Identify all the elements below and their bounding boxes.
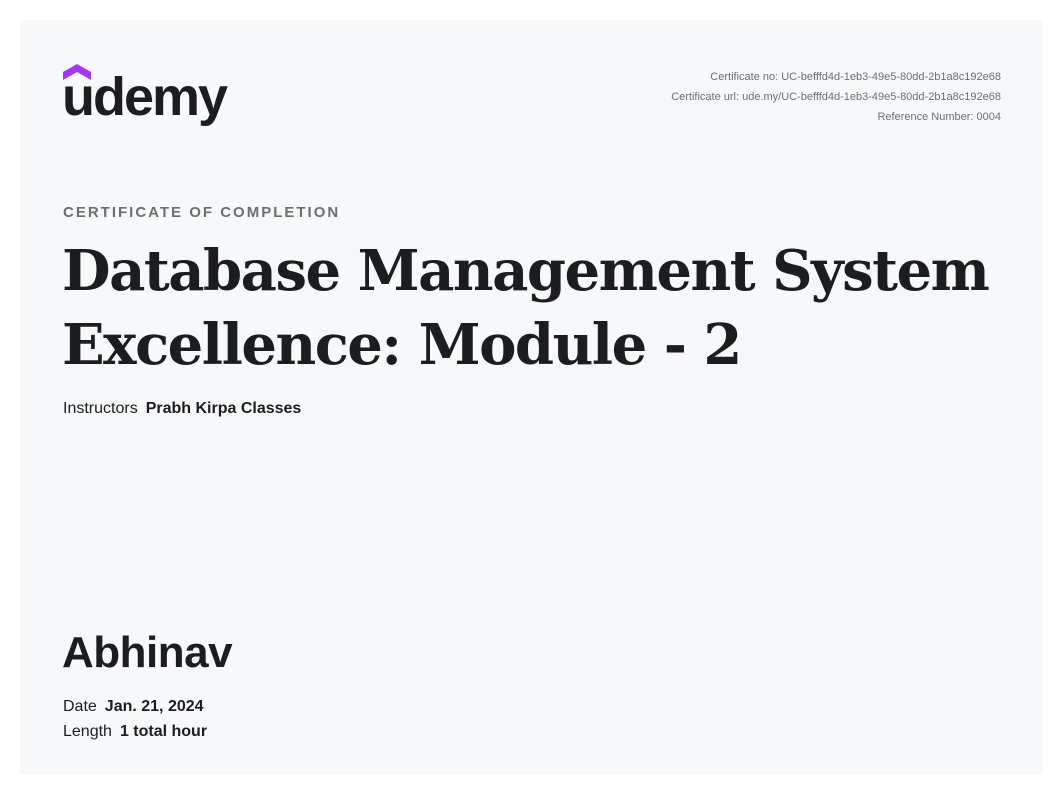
student-name: Abhinav	[62, 628, 233, 677]
course-title-line-2: Excellence: Module - 2	[62, 312, 742, 378]
instructors-value: Prabh Kirpa Classes	[145, 400, 302, 417]
length-value: 1 total hour	[119, 723, 208, 740]
instructors-label: Instructors	[63, 400, 138, 417]
date-value: Jan. 21, 2024	[104, 698, 204, 715]
instructors-row: Instructors Prabh Kirpa Classes	[63, 400, 301, 418]
course-title-line-1: Database Management System	[62, 238, 990, 304]
course-title: Database Management System Excellence: M…	[62, 234, 1022, 382]
length-label: Length	[63, 723, 112, 740]
length-row: Length 1 total hour	[63, 723, 207, 741]
certificate-number: Certificate no: UC-befffd4d-1eb3-49e5-80…	[710, 71, 1001, 83]
reference-number: Reference Number: 0004	[877, 111, 1001, 123]
date-row: Date Jan. 21, 2024	[63, 698, 204, 716]
udemy-logo: udemy	[62, 64, 237, 132]
certificate-page: udemy Certificate no: UC-befffd4d-1eb3-4…	[20, 20, 1043, 774]
certificate-url: Certificate url: ude.my/UC-befffd4d-1eb3…	[671, 91, 1001, 103]
logo-wordmark: udemy	[62, 67, 228, 127]
date-label: Date	[63, 698, 97, 715]
certificate-label: CERTIFICATE OF COMPLETION	[63, 204, 341, 221]
certificate-meta: Certificate no: UC-befffd4d-1eb3-49e5-80…	[671, 67, 1001, 127]
